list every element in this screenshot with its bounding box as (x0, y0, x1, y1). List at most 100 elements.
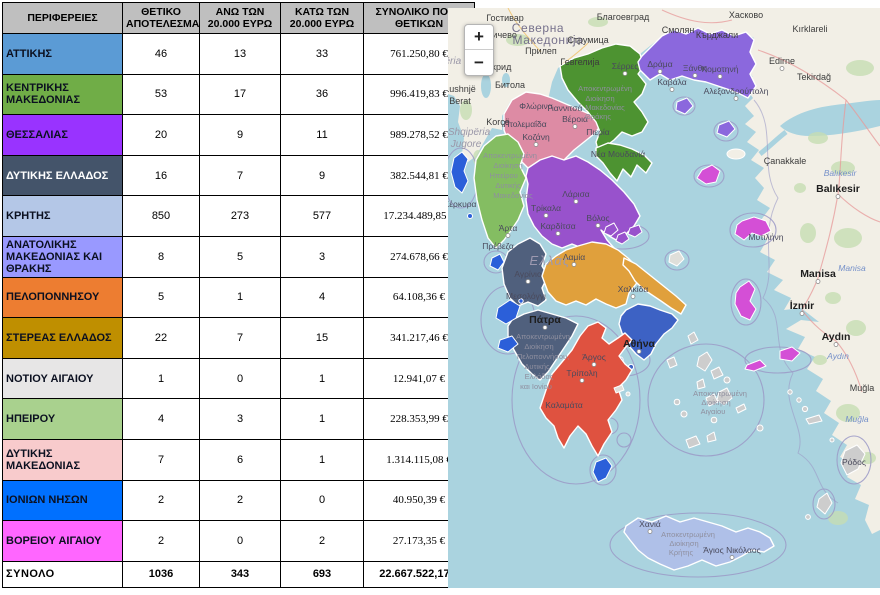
map-label: Битола (495, 80, 525, 90)
positive-cell: 46 (122, 33, 200, 75)
city-dot (729, 555, 735, 560)
table-row: ΝΟΤΙΟΥ ΑΙΓΑΙΟΥ 1 0 1 12.941,07 € (2, 357, 475, 400)
above20k-cell: 7 (199, 317, 281, 359)
city-dot (555, 231, 561, 236)
positive-cell: 22 (122, 317, 200, 359)
city-dot (572, 124, 578, 129)
table-row: ΒΟΡΕΙΟΥ ΑΙΓΑΙΟΥ 2 0 2 27.173,35 € (2, 520, 475, 562)
map-label: Γιαννιτσά (548, 103, 583, 113)
map-label: Δυτικής (524, 362, 550, 371)
positive-cell: 1 (122, 357, 200, 400)
city-dot (505, 233, 511, 238)
above20k-cell: 0 (199, 520, 281, 562)
map-label: Κομοτηνή (702, 64, 739, 74)
map-label: Kırklareli (792, 24, 827, 34)
map-label: Σέρρες (612, 61, 639, 71)
lake-ohrid (481, 74, 491, 98)
city-dot (692, 73, 698, 78)
below20k-cell: 4 (280, 276, 364, 319)
map-label: Καρδίτσα (540, 221, 575, 231)
col-header-above20k: ΑΝΩ ΤΩΝ 20.000 ΕΥΡΩ (199, 2, 281, 34)
city-dot (669, 87, 675, 92)
map-label: Πτολεμαΐδα (503, 119, 546, 129)
below20k-cell: 9 (280, 154, 364, 197)
map-label: Αποκεντρωμένη (661, 530, 715, 539)
map-label: Muğla (845, 414, 868, 424)
map-label: Διοίκηση (585, 94, 614, 103)
map-label: Aydın (822, 331, 851, 343)
map-label: Τρίπολη (566, 368, 597, 378)
city-dot (733, 96, 739, 101)
below20k-cell: 1 (280, 398, 364, 440)
table-row: ΘΕΣΣΑΛΙΑΣ 20 9 11 989.278,52 € (2, 114, 475, 156)
positive-cell: 5 (122, 276, 200, 319)
below20k-cell: 15 (280, 317, 364, 359)
city-dot (591, 362, 597, 367)
total-above20k: 343 (199, 560, 281, 588)
map-label: Χαλκίδα (618, 284, 649, 294)
above20k-cell: 3 (199, 398, 281, 440)
positive-cell: 16 (122, 154, 200, 197)
map-label: Струмица (567, 35, 608, 45)
above20k-cell: 0 (199, 357, 281, 400)
city-dot (573, 199, 579, 204)
map-label: Aydın (826, 351, 849, 361)
regions-table: ΠΕΡΙΦΕΡΕΙΕΣ ΘΕΤΙΚΟ ΑΠΟΤΕΛΕΣΜΑ ΑΝΩ ΤΩΝ 20… (2, 2, 475, 588)
map-label: Μεσολόγγι (506, 291, 546, 301)
positive-cell: 53 (122, 73, 200, 116)
map-label: Αποκεντρωμένη (693, 389, 747, 398)
map-label: Хасково (729, 10, 763, 20)
table-row: ΗΠΕΙΡΟΥ 4 3 1 228.353,99 € (2, 398, 475, 440)
map-label: Αθήνα (623, 338, 656, 350)
greece-map[interactable]: + − Гостивар Кичево Северна Македонија П… (448, 8, 880, 588)
map-label: Shqipëria (448, 127, 491, 138)
map-label: Διοίκηση (701, 398, 730, 407)
above20k-cell: 6 (199, 438, 281, 481)
total-row: ΣΥΝΟΛΟ 1036 343 693 22.667.522,17 € (2, 560, 475, 588)
city-dot (636, 349, 642, 354)
zoom-in-button[interactable]: + (465, 25, 493, 50)
region-name-cell: ΙΟΝΙΩΝ ΝΗΣΩΝ (2, 479, 123, 522)
region-name-cell: ΔΥΤΙΚΗΣ ΕΛΛΑΔΟΣ (2, 154, 123, 197)
map-canvas[interactable]: ГостиварКичевоСевернаМакедонијаПрилепСтр… (448, 8, 880, 588)
table-row: ΚΕΝΤΡΙΚΗΣ ΜΑΚΕΔΟΝΙΑΣ 53 17 36 996.419,83… (2, 73, 475, 116)
map-label: Χανιά (639, 519, 661, 529)
city-dot (579, 378, 585, 383)
map-label: Κοζάνη (522, 132, 550, 142)
region-name-cell: ΒΟΡΕΙΟΥ ΑΙΓΑΙΟΥ (2, 520, 123, 562)
below20k-cell: 3 (280, 235, 364, 278)
map-label: Jugore (450, 139, 482, 150)
region-name-cell: ΑΝΑΤΟΛΙΚΗΣ ΜΑΚΕΔΟΝΙΑΣ ΚΑΙ ΘΡΑΚΗΣ (2, 235, 123, 278)
map-zoom-control: + − (464, 24, 494, 76)
map-label: Πελοποννήσου, (517, 352, 569, 361)
below20k-cell: 577 (280, 195, 364, 237)
map-label: Λάρισα (562, 189, 590, 199)
region-name-cell: ΣΤΕΡΕΑΣ ΕΛΛΑΔΟΣ (2, 317, 123, 359)
map-label: Καλαμάτα (545, 400, 583, 410)
map-label: Φλώρινα (519, 101, 553, 111)
below20k-cell: 1 (280, 357, 364, 400)
city-dot (525, 279, 531, 284)
table-row: ΠΕΛΟΠΟΝΝΗΣΟΥ 5 1 4 64.108,36 € (2, 276, 475, 319)
map-label: Гевгелија (560, 57, 599, 67)
table-row: ΔΥΤΙΚΗΣ ΕΛΛΑΔΟΣ 16 7 9 382.544,81 € (2, 154, 475, 197)
map-label: Ελλάδας (525, 372, 554, 381)
table-row: ΔΥΤΙΚΗΣ ΜΑΚΕΔΟΝΙΑΣ 7 6 1 1.314.115,08 € (2, 438, 475, 481)
map-label: Balıkesir (824, 168, 858, 178)
city-dot (815, 279, 821, 284)
map-label: Прилеп (525, 46, 557, 56)
map-label: Πάτρα (529, 314, 561, 326)
page: ΠΕΡΙΦΕΡΕΙΕΣ ΘΕΤΙΚΟ ΑΠΟΤΕΛΕΣΜΑ ΑΝΩ ΤΩΝ 20… (0, 0, 880, 595)
above20k-cell: 1 (199, 276, 281, 319)
map-label: Βόλος (586, 213, 609, 223)
region-name-cell: ΔΥΤΙΚΗΣ ΜΑΚΕΔΟΝΙΑΣ (2, 438, 123, 481)
table-row: ΑΤΤΙΚΗΣ 46 13 33 761.250,80 € (2, 33, 475, 75)
total-below20k: 693 (280, 560, 364, 588)
zoom-out-button[interactable]: − (465, 50, 493, 75)
map-label: Άρτα (499, 223, 518, 233)
positive-cell: 2 (122, 520, 200, 562)
city-dot (622, 71, 628, 76)
col-header-below20k: ΚΑΤΩ ΤΩΝ 20.000 ΕΥΡΩ (280, 2, 364, 34)
above20k-cell: 273 (199, 195, 281, 237)
map-label: και Ιονίου (520, 382, 552, 391)
